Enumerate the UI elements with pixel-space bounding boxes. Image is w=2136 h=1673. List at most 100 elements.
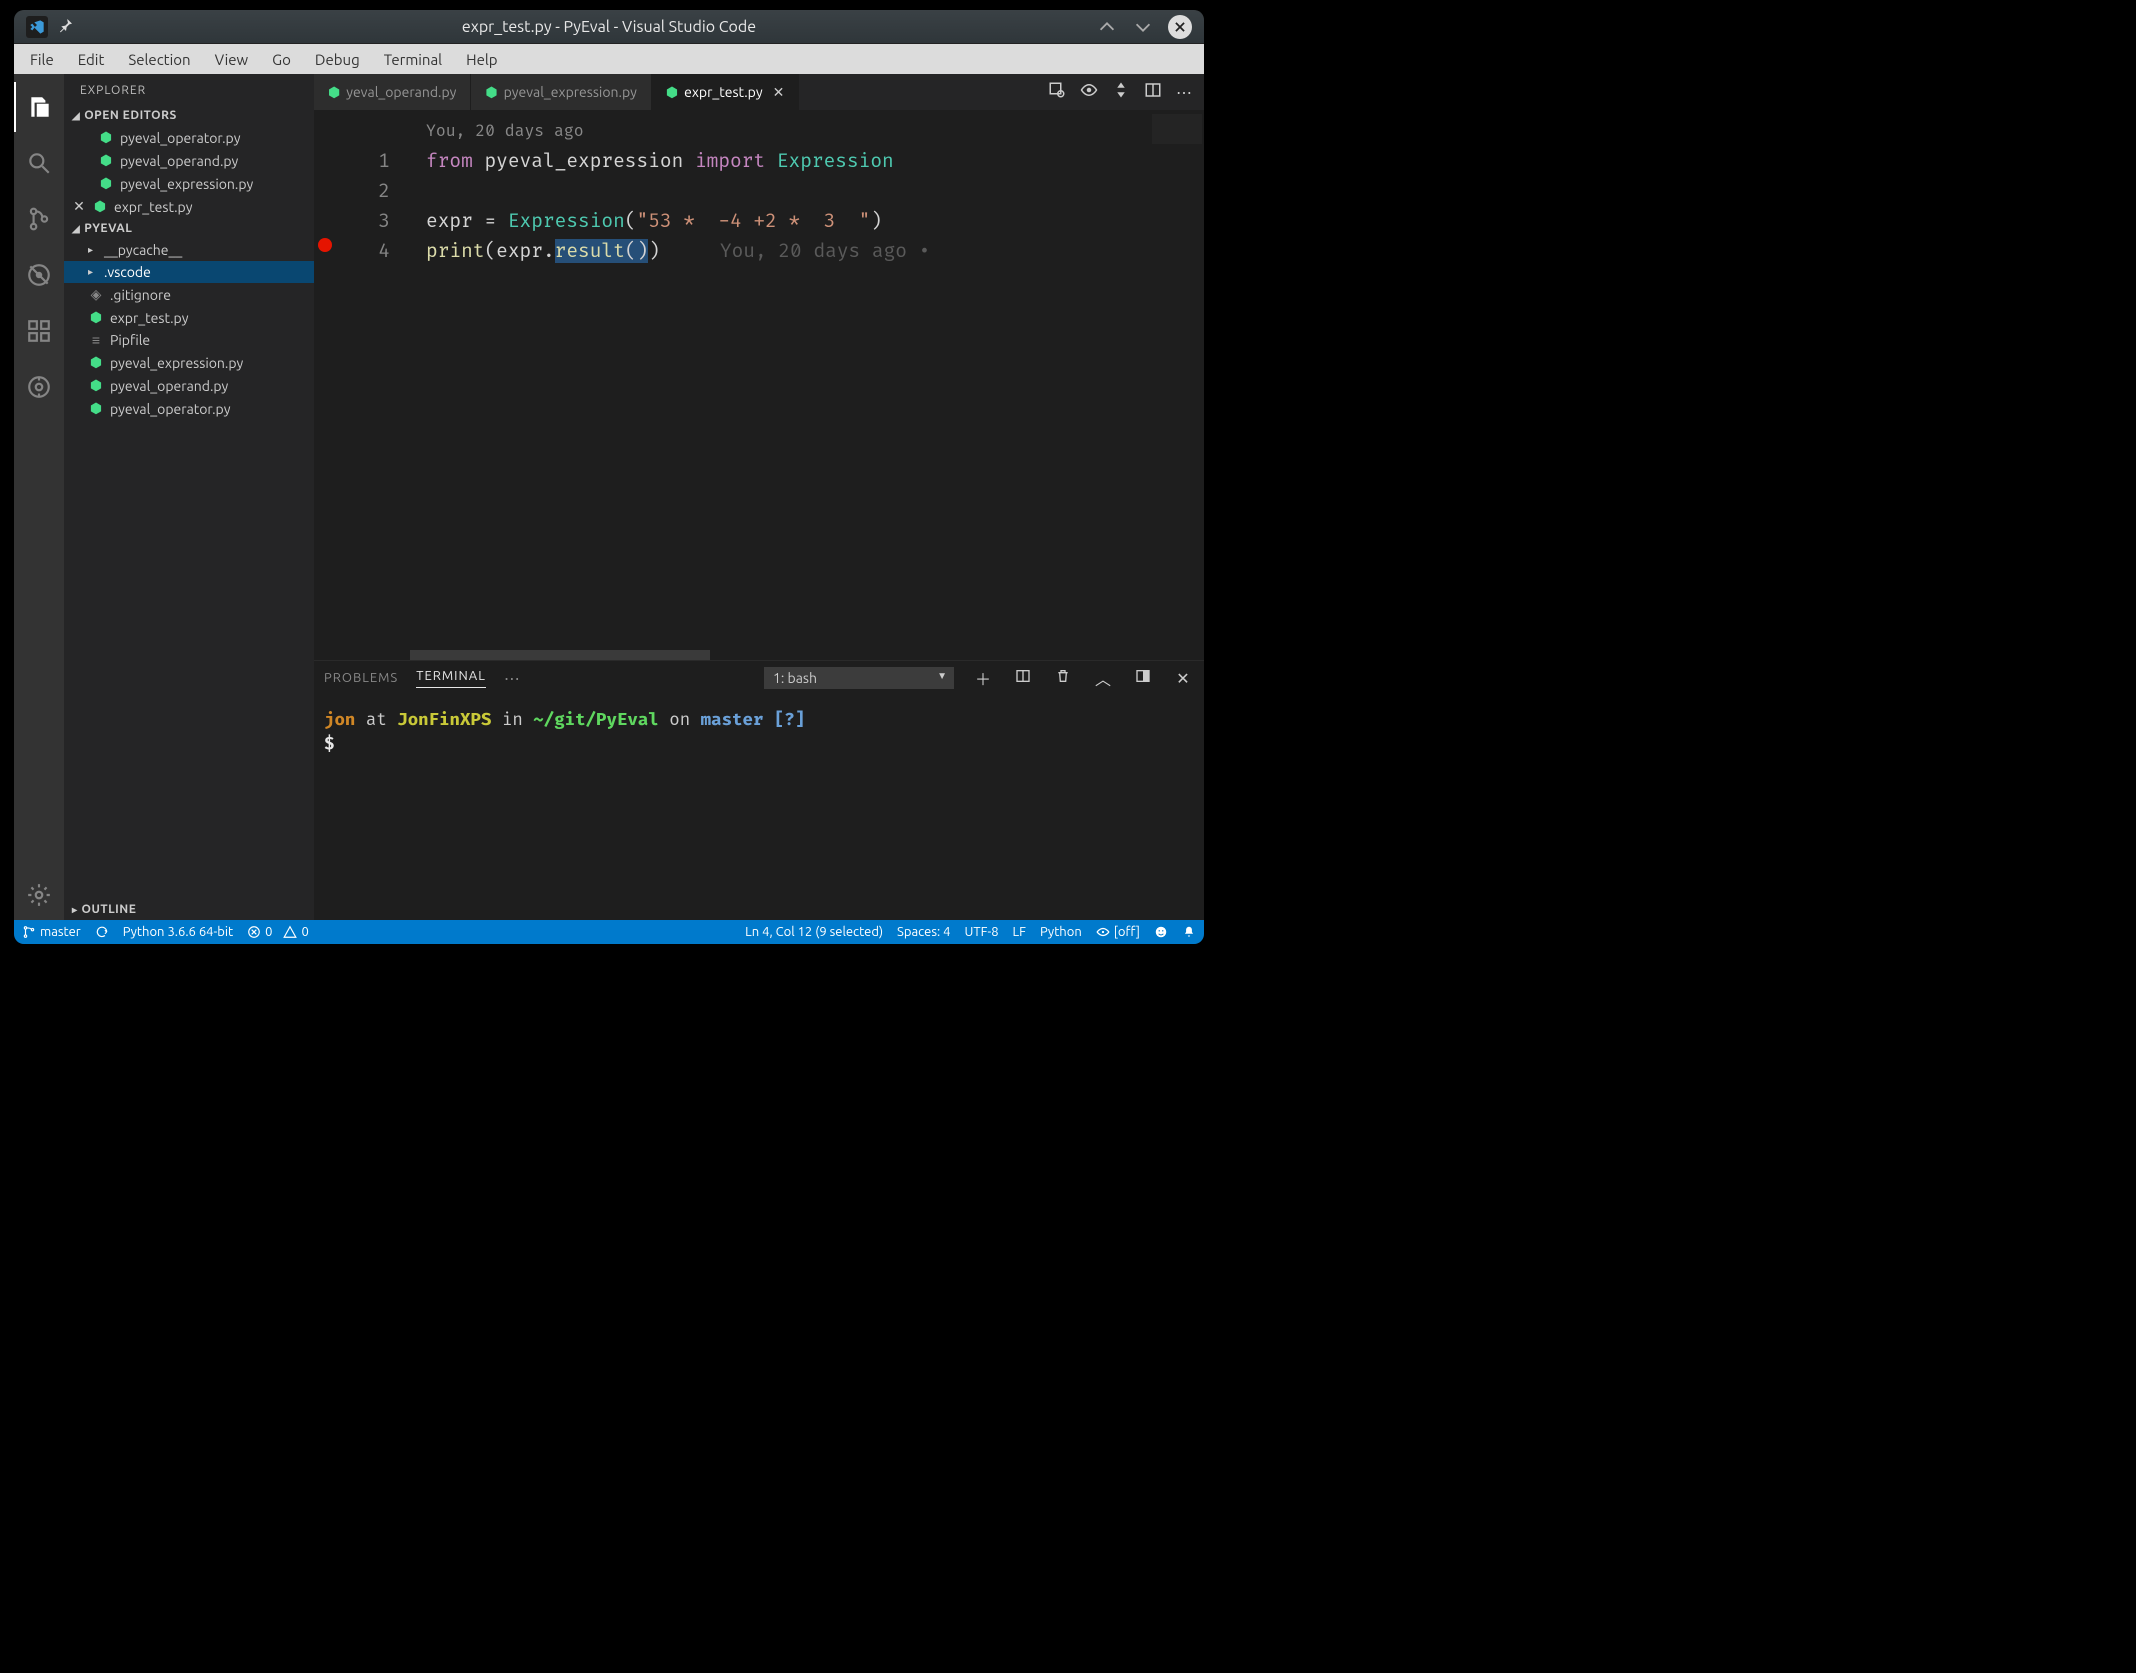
more-icon[interactable]: ⋯	[1176, 83, 1192, 102]
tab-bar: ⬢yeval_operand.py ⬢pyeval_expression.py …	[314, 74, 1204, 110]
activity-explorer-icon[interactable]	[14, 82, 64, 132]
open-editor-item[interactable]: ⬢pyeval_operator.py	[64, 126, 314, 149]
status-language[interactable]: Python	[1040, 925, 1082, 939]
menubar: File Edit Selection View Go Debug Termin…	[14, 44, 1204, 74]
git-blame: You, 20 days ago •	[720, 239, 930, 263]
status-cursor[interactable]: Ln 4, Col 12 (9 selected)	[745, 925, 883, 939]
activity-search-icon[interactable]	[14, 138, 64, 188]
project-header[interactable]: ◢ PYEVAL	[64, 218, 314, 239]
tab-operand[interactable]: ⬢yeval_operand.py	[314, 74, 471, 110]
activity-settings-icon[interactable]	[14, 870, 64, 920]
open-editor-item[interactable]: ⬢pyeval_expression.py	[64, 172, 314, 195]
explorer-title: EXPLORER	[64, 74, 314, 105]
tab-expression[interactable]: ⬢pyeval_expression.py	[471, 74, 652, 110]
split-terminal-icon[interactable]	[1012, 668, 1034, 688]
code-editor[interactable]: You, 20 days ago 1 2 3 4 from pyeval_exp…	[314, 110, 1204, 660]
more-icon[interactable]: ⋯	[504, 669, 520, 688]
status-sync-icon[interactable]	[95, 925, 109, 939]
python-icon: ⬢	[88, 309, 104, 326]
codelens[interactable]: You, 20 days ago	[426, 116, 584, 146]
status-eol[interactable]: LF	[1013, 925, 1026, 939]
menu-edit[interactable]: Edit	[68, 48, 115, 71]
maximize-panel-icon[interactable]	[1132, 668, 1154, 688]
status-spaces[interactable]: Spaces: 4	[897, 925, 950, 939]
line-numbers: 1 2 3 4	[314, 146, 414, 266]
python-icon: ⬢	[88, 377, 104, 394]
menu-selection[interactable]: Selection	[118, 48, 200, 71]
status-live-preview[interactable]: [off]	[1096, 925, 1140, 939]
status-bell-icon[interactable]	[1182, 925, 1196, 939]
chevron-right-icon: ▸	[88, 266, 98, 278]
chevron-down-icon: ◢	[72, 223, 80, 235]
status-problems[interactable]: 0 0	[247, 925, 309, 939]
file-pyeval-operand[interactable]: ⬢pyeval_operand.py	[64, 374, 314, 397]
menu-view[interactable]: View	[205, 48, 259, 71]
terminal-select[interactable]: 1: bash	[764, 667, 954, 689]
chevron-up-icon[interactable]: ︿	[1092, 666, 1114, 690]
chevron-right-icon: ▸	[72, 904, 78, 916]
outline-header[interactable]: ▸ OUTLINE	[64, 899, 314, 920]
pin-icon[interactable]	[58, 17, 74, 37]
kill-terminal-icon[interactable]	[1052, 668, 1074, 688]
open-editors-header[interactable]: ◢ OPEN EDITORS	[64, 105, 314, 126]
git-icon: ◈	[88, 286, 104, 303]
folder-vscode[interactable]: ▸.vscode	[64, 261, 314, 283]
status-python[interactable]: Python 3.6.6 64-bit	[123, 925, 233, 939]
file-pyeval-operator[interactable]: ⬢pyeval_operator.py	[64, 397, 314, 420]
python-icon: ⬢	[485, 84, 497, 101]
close-panel-icon[interactable]: ✕	[1172, 669, 1194, 688]
chevron-right-icon: ▸	[88, 244, 98, 256]
minimize-button[interactable]	[1096, 16, 1118, 38]
chevron-down-icon: ◢	[72, 110, 80, 122]
close-icon[interactable]: ✕	[773, 84, 785, 101]
activity-scm-icon[interactable]	[14, 194, 64, 244]
menu-terminal[interactable]: Terminal	[374, 48, 452, 71]
find-in-file-icon[interactable]	[1048, 81, 1066, 103]
horizontal-scrollbar[interactable]	[410, 650, 710, 660]
python-icon: ⬢	[98, 129, 114, 146]
status-bar: master Python 3.6.6 64-bit 0 0 Ln 4, Col…	[14, 920, 1204, 944]
file-pyeval-expression[interactable]: ⬢pyeval_expression.py	[64, 351, 314, 374]
split-editor-icon[interactable]	[1144, 81, 1162, 103]
activity-bar	[14, 74, 64, 920]
open-editors-label: OPEN EDITORS	[84, 109, 177, 122]
terminal[interactable]: jon at JonFinXPS in ~/git/PyEval on mast…	[314, 695, 1204, 920]
status-git-branch[interactable]: master	[22, 925, 81, 939]
vscode-icon	[26, 16, 48, 38]
new-terminal-icon[interactable]: ＋	[972, 666, 994, 690]
menu-file[interactable]: File	[20, 48, 64, 71]
maximize-button[interactable]	[1132, 16, 1154, 38]
tab-expr-test[interactable]: ⬢expr_test.py✕	[652, 74, 799, 110]
file-pipfile[interactable]: ≡Pipfile	[64, 329, 314, 351]
pipfile-icon: ≡	[88, 332, 104, 348]
file-gitignore[interactable]: ◈.gitignore	[64, 283, 314, 306]
menu-debug[interactable]: Debug	[305, 48, 370, 71]
window-title: expr_test.py - PyEval - Visual Studio Co…	[14, 18, 1204, 36]
explorer-panel: EXPLORER ◢ OPEN EDITORS ⬢pyeval_operator…	[64, 74, 314, 920]
status-encoding[interactable]: UTF-8	[964, 925, 998, 939]
project-label: PYEVAL	[84, 222, 132, 235]
file-expr-test[interactable]: ⬢expr_test.py	[64, 306, 314, 329]
close-button[interactable]	[1168, 15, 1192, 39]
activity-extensions-icon[interactable]	[14, 306, 64, 356]
menu-go[interactable]: Go	[262, 48, 301, 71]
python-icon: ⬢	[88, 400, 104, 417]
minimap[interactable]	[1152, 114, 1202, 144]
python-icon: ⬢	[98, 152, 114, 169]
compare-icon[interactable]	[1112, 81, 1130, 103]
open-editor-item-active[interactable]: ✕⬢expr_test.py	[64, 195, 314, 218]
activity-debug-icon[interactable]	[14, 250, 64, 300]
open-editor-item[interactable]: ⬢pyeval_operand.py	[64, 149, 314, 172]
titlebar: expr_test.py - PyEval - Visual Studio Co…	[14, 10, 1204, 44]
activity-gitlens-icon[interactable]	[14, 362, 64, 412]
menu-help[interactable]: Help	[456, 48, 507, 71]
python-icon: ⬢	[328, 84, 340, 101]
panel-tab-problems[interactable]: PROBLEMS	[324, 671, 398, 685]
code-content[interactable]: from pyeval_expression import Expression…	[426, 146, 1194, 266]
preview-icon[interactable]	[1080, 81, 1098, 103]
panel-tab-terminal[interactable]: TERMINAL	[416, 669, 486, 688]
folder-pycache[interactable]: ▸__pycache__	[64, 239, 314, 261]
status-feedback-icon[interactable]	[1154, 925, 1168, 939]
close-icon[interactable]: ✕	[72, 198, 86, 215]
editor-area: ⬢yeval_operand.py ⬢pyeval_expression.py …	[314, 74, 1204, 920]
